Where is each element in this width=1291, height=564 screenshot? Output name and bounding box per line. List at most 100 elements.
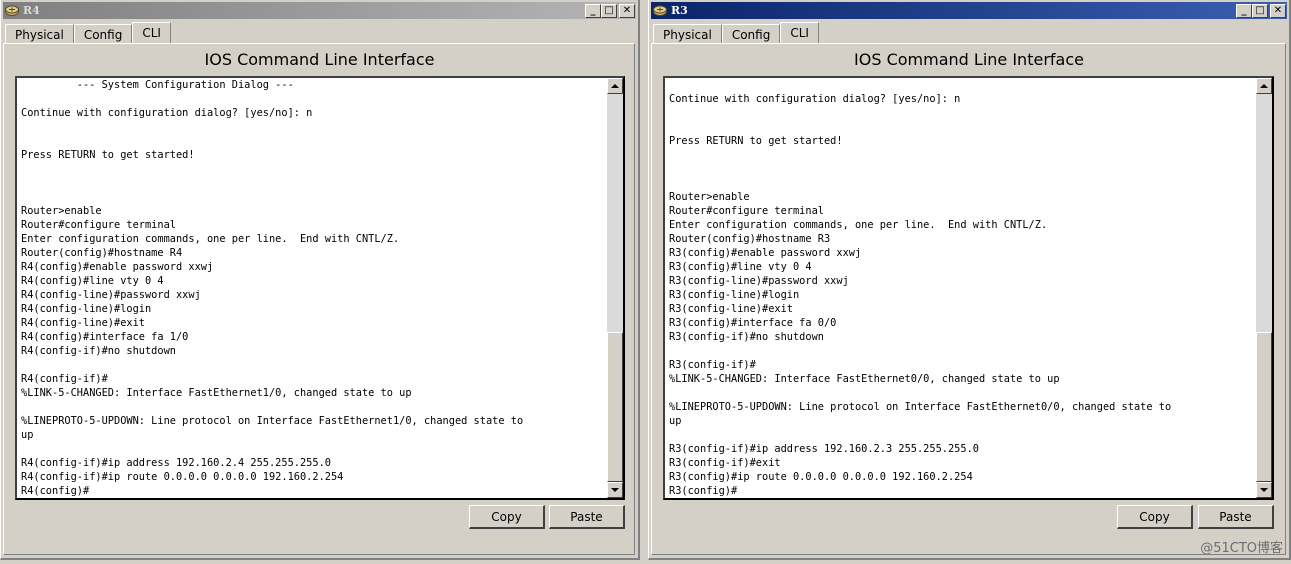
copy-button[interactable]: Copy bbox=[469, 505, 545, 529]
window-title: R3 bbox=[671, 4, 688, 17]
terminal-line: R3(config-if)#ip address 192.160.2.3 255… bbox=[669, 443, 979, 455]
terminal-line: R3(config)# bbox=[669, 485, 738, 497]
scroll-up-button[interactable] bbox=[607, 78, 623, 94]
tab-physical[interactable]: Physical bbox=[5, 24, 74, 44]
terminal-line: R4(config-if)#ip route 0.0.0.0 0.0.0.0 1… bbox=[21, 471, 344, 483]
scroll-thumb[interactable] bbox=[1256, 332, 1272, 482]
terminal-line: Continue with configuration dialog? [yes… bbox=[21, 107, 313, 119]
terminal-line: %LINK-5-CHANGED: Interface FastEthernet0… bbox=[669, 373, 1060, 385]
terminal-line: R3(config)#ip route 0.0.0.0 0.0.0.0 192.… bbox=[669, 471, 973, 483]
terminal-line: up bbox=[21, 429, 34, 441]
terminal-line: R4(config-line)#password xxwj bbox=[21, 289, 201, 301]
terminal-line: Router#configure terminal bbox=[669, 205, 824, 217]
minimize-button[interactable]: _ bbox=[1236, 3, 1252, 18]
vertical-scrollbar[interactable] bbox=[607, 78, 623, 498]
terminal-line: R3(config-line)#exit bbox=[669, 303, 793, 315]
tab-physical[interactable]: Physical bbox=[653, 24, 722, 44]
scroll-down-button[interactable] bbox=[1256, 482, 1272, 498]
terminal-line: Router(config)#hostname R3 bbox=[669, 233, 831, 245]
tab-bar: Physical Config CLI bbox=[5, 22, 171, 44]
arrow-up-icon bbox=[611, 84, 619, 88]
arrow-down-icon bbox=[1260, 488, 1268, 492]
terminal-line: Continue with configuration dialog? [yes… bbox=[669, 93, 961, 105]
terminal-output[interactable]: --- System Configuration Dialog --- Conti… bbox=[21, 78, 605, 498]
watermark: @51CTO博客 bbox=[1200, 541, 1283, 556]
terminal-line: R3(config)#line vty 0 4 bbox=[669, 261, 812, 273]
tab-config[interactable]: Config bbox=[721, 24, 781, 44]
minimize-button[interactable]: _ bbox=[585, 3, 601, 18]
cli-title: IOS Command Line Interface bbox=[204, 50, 435, 69]
terminal-line: R3(config-if)# bbox=[669, 359, 756, 371]
terminal-line: R3(config-if)#no shutdown bbox=[669, 331, 824, 343]
terminal-line: R4(config)#line vty 0 4 bbox=[21, 275, 164, 287]
terminal-line: R4(config-if)# bbox=[21, 373, 108, 385]
paste-button[interactable]: Paste bbox=[549, 505, 625, 529]
terminal-line: R4(config-if)#no shutdown bbox=[21, 345, 176, 357]
arrow-up-icon bbox=[1260, 84, 1268, 88]
terminal[interactable]: --- System Configuration Dialog --- Conti… bbox=[15, 76, 625, 500]
router-icon bbox=[653, 5, 667, 17]
close-button[interactable]: ✕ bbox=[619, 3, 635, 18]
tab-cli[interactable]: CLI bbox=[780, 22, 819, 44]
terminal-line: Router#configure terminal bbox=[21, 219, 176, 231]
terminal-line: R4(config-if)#ip address 192.160.2.4 255… bbox=[21, 457, 331, 469]
vertical-scrollbar[interactable] bbox=[1256, 78, 1272, 498]
scroll-down-button[interactable] bbox=[607, 482, 623, 498]
terminal-line: Enter configuration commands, one per li… bbox=[21, 233, 400, 245]
terminal-line: Press RETURN to get started! bbox=[21, 149, 195, 161]
tab-config[interactable]: Config bbox=[73, 24, 133, 44]
r3-window: R3 _ □ ✕ Physical Config CLI IOS Command… bbox=[648, 0, 1291, 560]
copy-button[interactable]: Copy bbox=[1117, 505, 1193, 529]
paste-button[interactable]: Paste bbox=[1198, 505, 1274, 529]
terminal-line: --- System Configuration Dialog --- bbox=[21, 79, 294, 91]
cli-title: IOS Command Line Interface bbox=[854, 50, 1084, 69]
terminal-line: R4(config)#enable password xxwj bbox=[21, 261, 214, 273]
terminal-line: R3(config-line)#login bbox=[669, 289, 800, 301]
terminal-line: %LINK-5-CHANGED: Interface FastEthernet1… bbox=[21, 387, 412, 399]
terminal-line: R3(config-line)#password xxwj bbox=[669, 275, 849, 287]
terminal-line: Press RETURN to get started! bbox=[669, 135, 843, 147]
window-title: R4 bbox=[23, 4, 40, 17]
close-button[interactable]: ✕ bbox=[1270, 3, 1286, 18]
scroll-thumb[interactable] bbox=[607, 332, 623, 482]
terminal-line: Router(config)#hostname R4 bbox=[21, 247, 183, 259]
terminal-line: Enter configuration commands, one per li… bbox=[669, 219, 1048, 231]
terminal-output[interactable]: Continue with configuration dialog? [yes… bbox=[669, 78, 1254, 498]
terminal-line: %LINEPROTO-5-UPDOWN: Line protocol on In… bbox=[669, 401, 1172, 413]
arrow-down-icon bbox=[611, 488, 619, 492]
terminal-line: R3(config-if)#exit bbox=[669, 457, 781, 469]
maximize-button[interactable]: □ bbox=[601, 3, 617, 18]
terminal[interactable]: Continue with configuration dialog? [yes… bbox=[663, 76, 1274, 500]
terminal-line: Router>enable bbox=[669, 191, 750, 203]
tab-bar: Physical Config CLI bbox=[653, 22, 819, 44]
terminal-line: R4(config-line)#exit bbox=[21, 317, 145, 329]
r4-titlebar[interactable]: R4 _ □ ✕ bbox=[3, 2, 636, 19]
scroll-up-button[interactable] bbox=[1256, 78, 1272, 94]
terminal-line: R4(config)# bbox=[21, 485, 90, 497]
r3-titlebar[interactable]: R3 _ □ ✕ bbox=[651, 2, 1287, 19]
maximize-button[interactable]: □ bbox=[1252, 3, 1268, 18]
terminal-line: %LINEPROTO-5-UPDOWN: Line protocol on In… bbox=[21, 415, 524, 427]
terminal-line: R4(config)#interface fa 1/0 bbox=[21, 331, 189, 343]
terminal-line: up bbox=[669, 415, 682, 427]
terminal-line: Router>enable bbox=[21, 205, 102, 217]
terminal-line: R3(config)#interface fa 0/0 bbox=[669, 317, 837, 329]
tab-cli[interactable]: CLI bbox=[132, 22, 171, 44]
terminal-line: R3(config)#enable password xxwj bbox=[669, 247, 862, 259]
